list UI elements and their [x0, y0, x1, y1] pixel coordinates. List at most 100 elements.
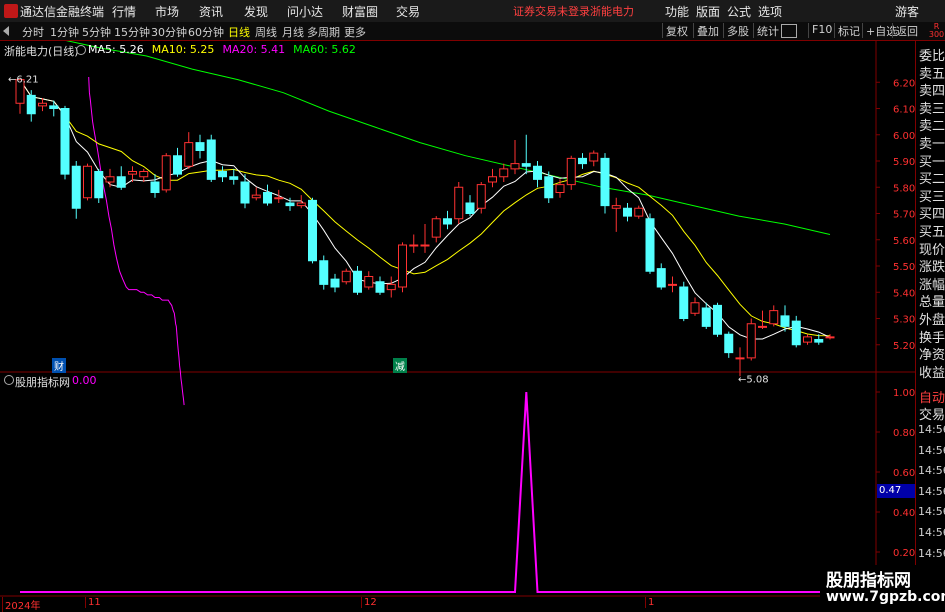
- period-tab[interactable]: 15分钟: [114, 24, 150, 40]
- period-tab[interactable]: 60分钟: [188, 24, 224, 40]
- candle-body: [724, 333, 734, 354]
- candle: [173, 147, 182, 177]
- time-axis-label: 12: [361, 597, 377, 608]
- candle: [319, 255, 329, 290]
- candle-body: [128, 171, 137, 175]
- tick-time: 14:56: [918, 423, 945, 436]
- ma-settings-icon[interactable]: [76, 45, 86, 55]
- ma-legend-item: MA60: 5.62: [293, 43, 356, 56]
- menu-item[interactable]: 发现: [244, 3, 268, 20]
- right-menu-item[interactable]: 公式: [727, 3, 751, 20]
- period-tab[interactable]: 1分钟: [50, 24, 79, 40]
- right-menu-item[interactable]: 版面: [696, 3, 720, 20]
- candle-body: [589, 152, 599, 162]
- trade-label[interactable]: 交易: [919, 404, 945, 423]
- candle: [49, 100, 59, 117]
- candle: [623, 203, 632, 222]
- toolbar-button[interactable]: 叠加: [693, 23, 719, 38]
- candle-body: [285, 202, 295, 207]
- ma10-line: [19, 79, 831, 337]
- candle-body: [229, 176, 239, 180]
- mini-indicator[interactable]: R 300: [928, 23, 945, 39]
- ma-legend-item: MA5: 5.26: [88, 43, 144, 56]
- period-tab[interactable]: 更多: [344, 24, 366, 40]
- candle: [713, 302, 722, 337]
- candle-body: [386, 283, 396, 291]
- period-tab[interactable]: 日线: [228, 24, 250, 40]
- period-tab[interactable]: 月线: [282, 24, 304, 40]
- candle: [161, 153, 171, 193]
- candle-body: [701, 307, 711, 327]
- tag-cai[interactable]: 财: [52, 358, 66, 373]
- stock-period-label: 浙能电力(日线): [4, 45, 79, 58]
- price-tick-label: 5.70: [893, 210, 915, 221]
- drawing-icon[interactable]: [781, 24, 797, 38]
- toolbar-button[interactable]: 复权: [662, 23, 688, 38]
- candle: [251, 187, 261, 201]
- indicator-tick-label: 1.00: [893, 388, 915, 399]
- quote-field-label: 总量: [919, 295, 945, 311]
- quote-field-label: 卖三: [919, 101, 945, 117]
- menu-item[interactable]: 问小达: [287, 3, 323, 20]
- price-tick-label: 5.40: [893, 288, 915, 299]
- period-tab[interactable]: 多周期: [307, 24, 340, 40]
- period-tab[interactable]: 5分钟: [82, 24, 111, 40]
- toolbar-button[interactable]: 多股: [723, 23, 749, 38]
- candle: [611, 197, 621, 232]
- toolbar-button[interactable]: 标记: [834, 23, 860, 38]
- candle: [195, 134, 205, 159]
- tag-jian[interactable]: 减: [393, 358, 407, 373]
- indicator-value: 0.00: [72, 374, 97, 387]
- menu-item[interactable]: 市场: [155, 3, 179, 20]
- candle-body: [184, 142, 194, 167]
- candle-body: [668, 283, 677, 286]
- right-menu-item[interactable]: 功能: [665, 3, 689, 20]
- candle-body: [634, 207, 644, 217]
- menu-item[interactable]: 财富圈: [342, 3, 378, 20]
- candle: [746, 318, 756, 361]
- period-tab[interactable]: 分时: [22, 24, 44, 40]
- candle: [510, 140, 520, 175]
- candle: [555, 179, 565, 198]
- price-markers: ←6.21 ←5.08: [8, 75, 769, 386]
- ma-legend: MA5: 5.26 MA10: 5.25 MA20: 5.41 MA60: 5.62: [88, 43, 364, 56]
- indicator-tick-label: 0.60: [893, 468, 915, 479]
- menu-item[interactable]: 资讯: [199, 3, 223, 20]
- price-tick-label: 5.90: [893, 157, 915, 168]
- quote-field-label: 收益: [919, 365, 945, 381]
- candle: [116, 166, 126, 190]
- candle-body: [375, 281, 385, 293]
- indicator-polyline: [20, 391, 830, 593]
- candle: [488, 168, 497, 188]
- menu-item[interactable]: 交易: [396, 3, 420, 20]
- menu-item[interactable]: 行情: [112, 3, 136, 20]
- quote-field-label: 买二: [919, 172, 945, 188]
- quote-field-label: 卖五: [919, 66, 945, 82]
- right-menu-item[interactable]: 选项: [758, 3, 782, 20]
- high-marker: ←6.21: [8, 75, 39, 86]
- candle-body: [105, 176, 115, 183]
- candle-body: [49, 105, 59, 109]
- toolbar-button[interactable]: 返回: [892, 23, 918, 38]
- candle-body: [94, 171, 104, 199]
- tick-time: 14:56: [918, 526, 945, 539]
- period-tab[interactable]: 周线: [255, 24, 277, 40]
- app-title: 通达信金融终端: [20, 5, 105, 19]
- candle-body: [803, 336, 812, 343]
- toolbar-button[interactable]: F10: [808, 23, 832, 38]
- right-menu-item[interactable]: 游客: [895, 3, 919, 20]
- left-arrow-icon[interactable]: [3, 26, 9, 36]
- period-tab[interactable]: 30分钟: [151, 24, 187, 40]
- indicator-name: 股朋指标网: [15, 376, 70, 389]
- candle-body: [139, 171, 149, 178]
- indicator-settings-icon[interactable]: [4, 375, 14, 385]
- quote-field-label: 买一: [919, 154, 945, 170]
- candle: [26, 90, 36, 122]
- trade-status[interactable]: 证券交易未登录: [513, 3, 590, 19]
- chart-area[interactable]: 6.20 6.10 6.00 5.90 5.80 5.70 5.60 5.50 5.40 5.30…: [0, 41, 915, 609]
- current-stock-name: 浙能电力: [590, 5, 634, 18]
- candle: [566, 155, 576, 190]
- quote-field-label: 买四: [919, 207, 945, 223]
- candle-body: [274, 197, 284, 200]
- toolbar-button[interactable]: 统计: [753, 23, 779, 38]
